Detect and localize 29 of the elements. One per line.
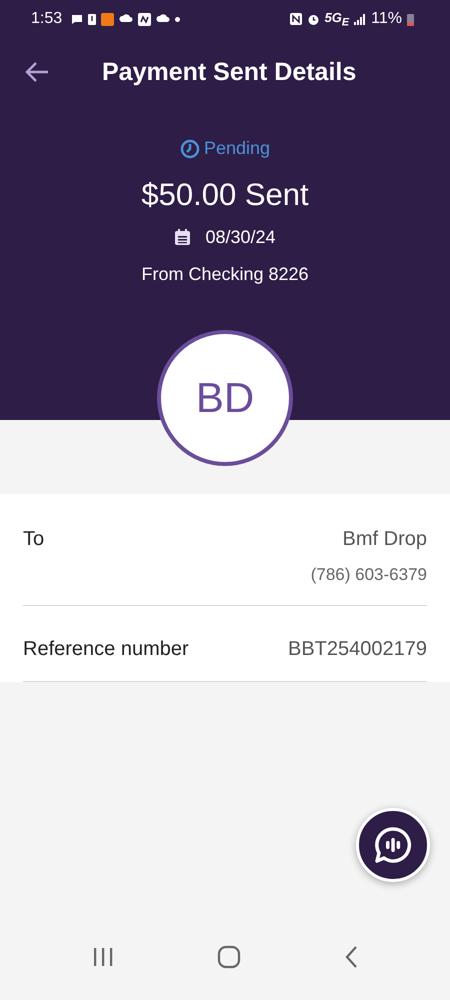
battery-percent: 11%: [371, 10, 402, 28]
back-arrow-icon: [24, 61, 50, 83]
recent-apps-icon: [92, 947, 114, 967]
calendar-icon: [174, 229, 192, 246]
dot-icon: [175, 16, 180, 22]
detail-label: Reference number: [23, 638, 189, 661]
network-label: 5G$_{E}$: [324, 10, 350, 28]
source-account: From Checking 8226: [141, 264, 309, 285]
status-time: 1:53: [31, 10, 62, 28]
app-icon: [101, 12, 114, 26]
payment-date: 08/30/24: [205, 227, 276, 248]
status-label: Pending: [204, 138, 270, 159]
message-icon: [71, 14, 84, 24]
page-title: Payment Sent Details: [102, 58, 356, 86]
back-icon: [344, 945, 358, 969]
detail-value: BBT254002179: [288, 638, 427, 661]
chat-button[interactable]: [356, 808, 430, 882]
clock-icon: [180, 138, 200, 158]
home-icon: [216, 945, 241, 969]
signal-icon: [354, 14, 366, 24]
nfc-icon: [290, 13, 302, 25]
alarm-icon: [306, 12, 320, 26]
detail-value: Bmf Drop: [342, 528, 427, 551]
amount-text: $50.00 Sent: [141, 177, 309, 213]
detail-label: To: [23, 528, 44, 551]
detail-subvalue: (786) 603-6379: [310, 565, 427, 585]
battery-alert-icon: [88, 13, 96, 25]
app-icon: [138, 12, 152, 26]
battery-icon: [407, 12, 414, 26]
